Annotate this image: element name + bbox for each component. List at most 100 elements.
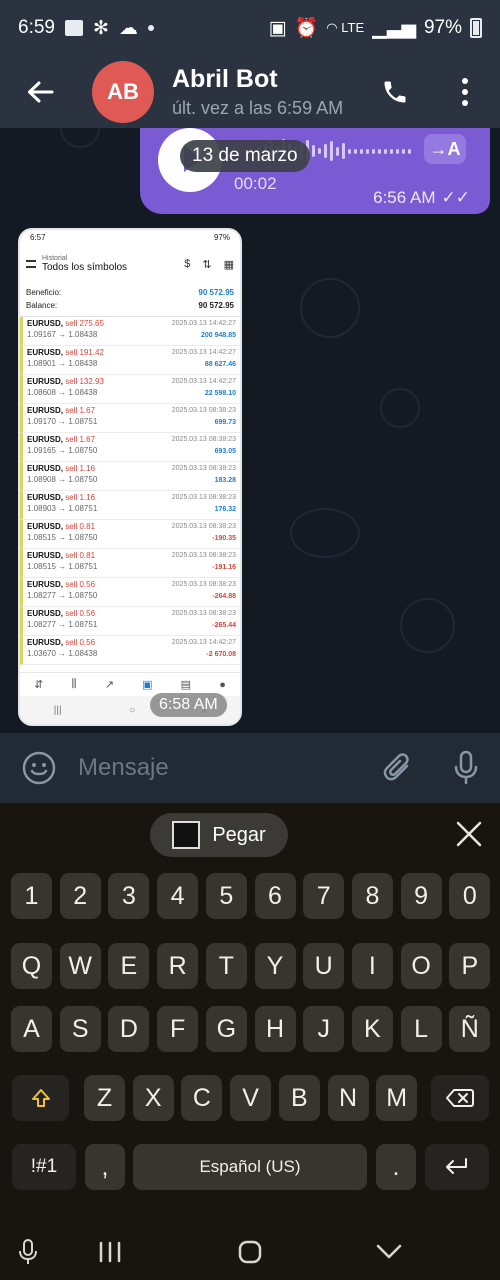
key-g[interactable]: G <box>205 1006 247 1052</box>
space-key[interactable]: Español (US) <box>133 1144 367 1190</box>
key-6[interactable]: 6 <box>254 873 296 919</box>
key-y[interactable]: Y <box>254 943 296 989</box>
shift-key[interactable] <box>12 1075 69 1121</box>
comma-key[interactable]: , <box>85 1144 125 1190</box>
trade-date: 2025.03.13 14:42:27 <box>171 639 236 646</box>
key-ñ[interactable]: Ñ <box>449 1006 491 1052</box>
trade-date: 2025.03.13 14:42:27 <box>171 378 236 385</box>
key-f[interactable]: F <box>157 1006 199 1052</box>
trade-row: EURUSD, sell 1.16 1.08903 → 1.08751 2025.0… <box>20 491 240 520</box>
balance-value: 90 572.95 <box>198 301 234 310</box>
home-icon <box>238 1240 262 1263</box>
key-2[interactable]: 2 <box>59 873 101 919</box>
key-j[interactable]: J <box>303 1006 345 1052</box>
message-input[interactable]: Mensaje <box>78 754 364 782</box>
key-p[interactable]: P <box>449 943 491 989</box>
status-bar: 6:59 ✻ ☁ ▣ ⏰ ◠ LTE ▁▃▅ 97% <box>0 0 500 56</box>
key-i[interactable]: I <box>351 943 393 989</box>
trade-symbol: EURUSD, <box>27 493 64 502</box>
fan-icon: ✻ <box>92 17 109 39</box>
key-a[interactable]: A <box>11 1006 52 1052</box>
key-b[interactable]: B <box>278 1075 320 1121</box>
chevron-down-icon <box>376 1244 402 1258</box>
key-z[interactable]: Z <box>84 1075 125 1121</box>
key-u[interactable]: U <box>303 943 345 989</box>
backspace-key[interactable] <box>431 1075 489 1121</box>
screenshot-header: Historial Todos los símbolos $ ⇅ ▦ <box>20 246 240 282</box>
trade-prices: 1.08277 → 1.08750 <box>27 591 98 600</box>
key-5[interactable]: 5 <box>205 873 247 919</box>
key-c[interactable]: C <box>181 1075 223 1121</box>
screenshot-status-bar: 6:57 97% <box>20 230 240 246</box>
period-key[interactable]: . <box>376 1144 416 1190</box>
keyboard-voice-button[interactable] <box>8 1223 48 1280</box>
home-button[interactable] <box>225 1223 275 1280</box>
paperclip-icon <box>383 753 409 781</box>
trade-side: sell 1.16 <box>65 464 96 473</box>
hide-keyboard-button[interactable] <box>364 1223 414 1280</box>
bottom-row: !#1 , Español (US) . <box>0 1144 500 1198</box>
enter-key[interactable] <box>425 1144 489 1190</box>
more-options-button[interactable] <box>430 56 500 128</box>
trade-side: sell 1.67 <box>65 435 96 444</box>
back-button[interactable] <box>0 56 80 128</box>
key-v[interactable]: V <box>230 1075 272 1121</box>
key-o[interactable]: O <box>400 943 442 989</box>
trade-profit: -2 670.08 <box>206 651 236 658</box>
key-8[interactable]: 8 <box>351 873 393 919</box>
trade-prices: 1.08903 → 1.08751 <box>27 504 98 513</box>
key-m[interactable]: M <box>376 1075 418 1121</box>
key-d[interactable]: D <box>108 1006 150 1052</box>
trade-list: EURUSD, sell 275.65 1.09167 → 1.08438 2025… <box>20 316 240 665</box>
key-h[interactable]: H <box>254 1006 296 1052</box>
trade-side: sell 0.56 <box>65 580 96 589</box>
cloud-icon: ☁ <box>118 17 138 39</box>
trend-icon: ↗ <box>104 679 114 691</box>
attach-button[interactable] <box>364 733 432 803</box>
chat-title-block[interactable]: Abril Bot últ. vez a las 6:59 AM <box>172 65 343 119</box>
key-9[interactable]: 9 <box>400 873 442 919</box>
key-s[interactable]: S <box>59 1006 101 1052</box>
last-seen: últ. vez a las 6:59 AM <box>172 98 344 118</box>
trade-side: sell 0.56 <box>65 609 96 618</box>
voice-duration: 00:02 <box>234 174 277 193</box>
trade-profit: 176.32 <box>214 506 236 513</box>
key-r[interactable]: R <box>157 943 199 989</box>
chat-area[interactable]: 00:02 →A 6:56 AM ✓✓ 13 de marzo 6:57 97%… <box>0 128 500 733</box>
avatar[interactable]: AB <box>92 61 154 123</box>
transcribe-button[interactable]: →A <box>424 134 466 164</box>
key-4[interactable]: 4 <box>157 873 199 919</box>
trade-symbol: EURUSD, <box>27 522 64 531</box>
call-button[interactable] <box>360 56 430 128</box>
emoji-button[interactable] <box>0 733 78 803</box>
trade-profit: 699.73 <box>214 419 236 426</box>
key-t[interactable]: T <box>205 943 247 989</box>
image-message[interactable]: 6:57 97% Historial Todos los símbolos $ … <box>18 228 242 726</box>
key-k[interactable]: K <box>351 1006 393 1052</box>
key-l[interactable]: L <box>400 1006 442 1052</box>
trade-symbol: EURUSD, <box>27 464 64 473</box>
key-n[interactable]: N <box>327 1075 369 1121</box>
close-toolbar-button[interactable] <box>454 819 484 849</box>
symbols-key[interactable]: !#1 <box>12 1144 76 1190</box>
voice-record-button[interactable] <box>432 733 500 803</box>
trade-symbol: EURUSD, <box>27 377 64 386</box>
key-e[interactable]: E <box>108 943 150 989</box>
key-1[interactable]: 1 <box>11 873 52 919</box>
key-q[interactable]: Q <box>11 943 52 989</box>
key-0[interactable]: 0 <box>449 873 491 919</box>
trade-profit: -264.88 <box>212 593 236 600</box>
paste-suggestion-button[interactable]: Pegar <box>150 813 288 857</box>
trade-side: sell 1.16 <box>65 493 96 502</box>
key-7[interactable]: 7 <box>303 873 345 919</box>
recent-apps-button[interactable] <box>85 1223 135 1280</box>
nfc-icon: ▣ <box>268 17 287 39</box>
trade-side: sell 132.93 <box>65 377 104 386</box>
letter-row-2: ASDFGHJKLÑ <box>0 1006 500 1060</box>
trade-date: 2025.03.13 08:38:23 <box>171 610 236 617</box>
key-3[interactable]: 3 <box>108 873 150 919</box>
key-w[interactable]: W <box>59 943 101 989</box>
trade-date: 2025.03.13 08:38:23 <box>171 581 236 588</box>
gallery-icon <box>64 20 83 36</box>
key-x[interactable]: X <box>132 1075 174 1121</box>
